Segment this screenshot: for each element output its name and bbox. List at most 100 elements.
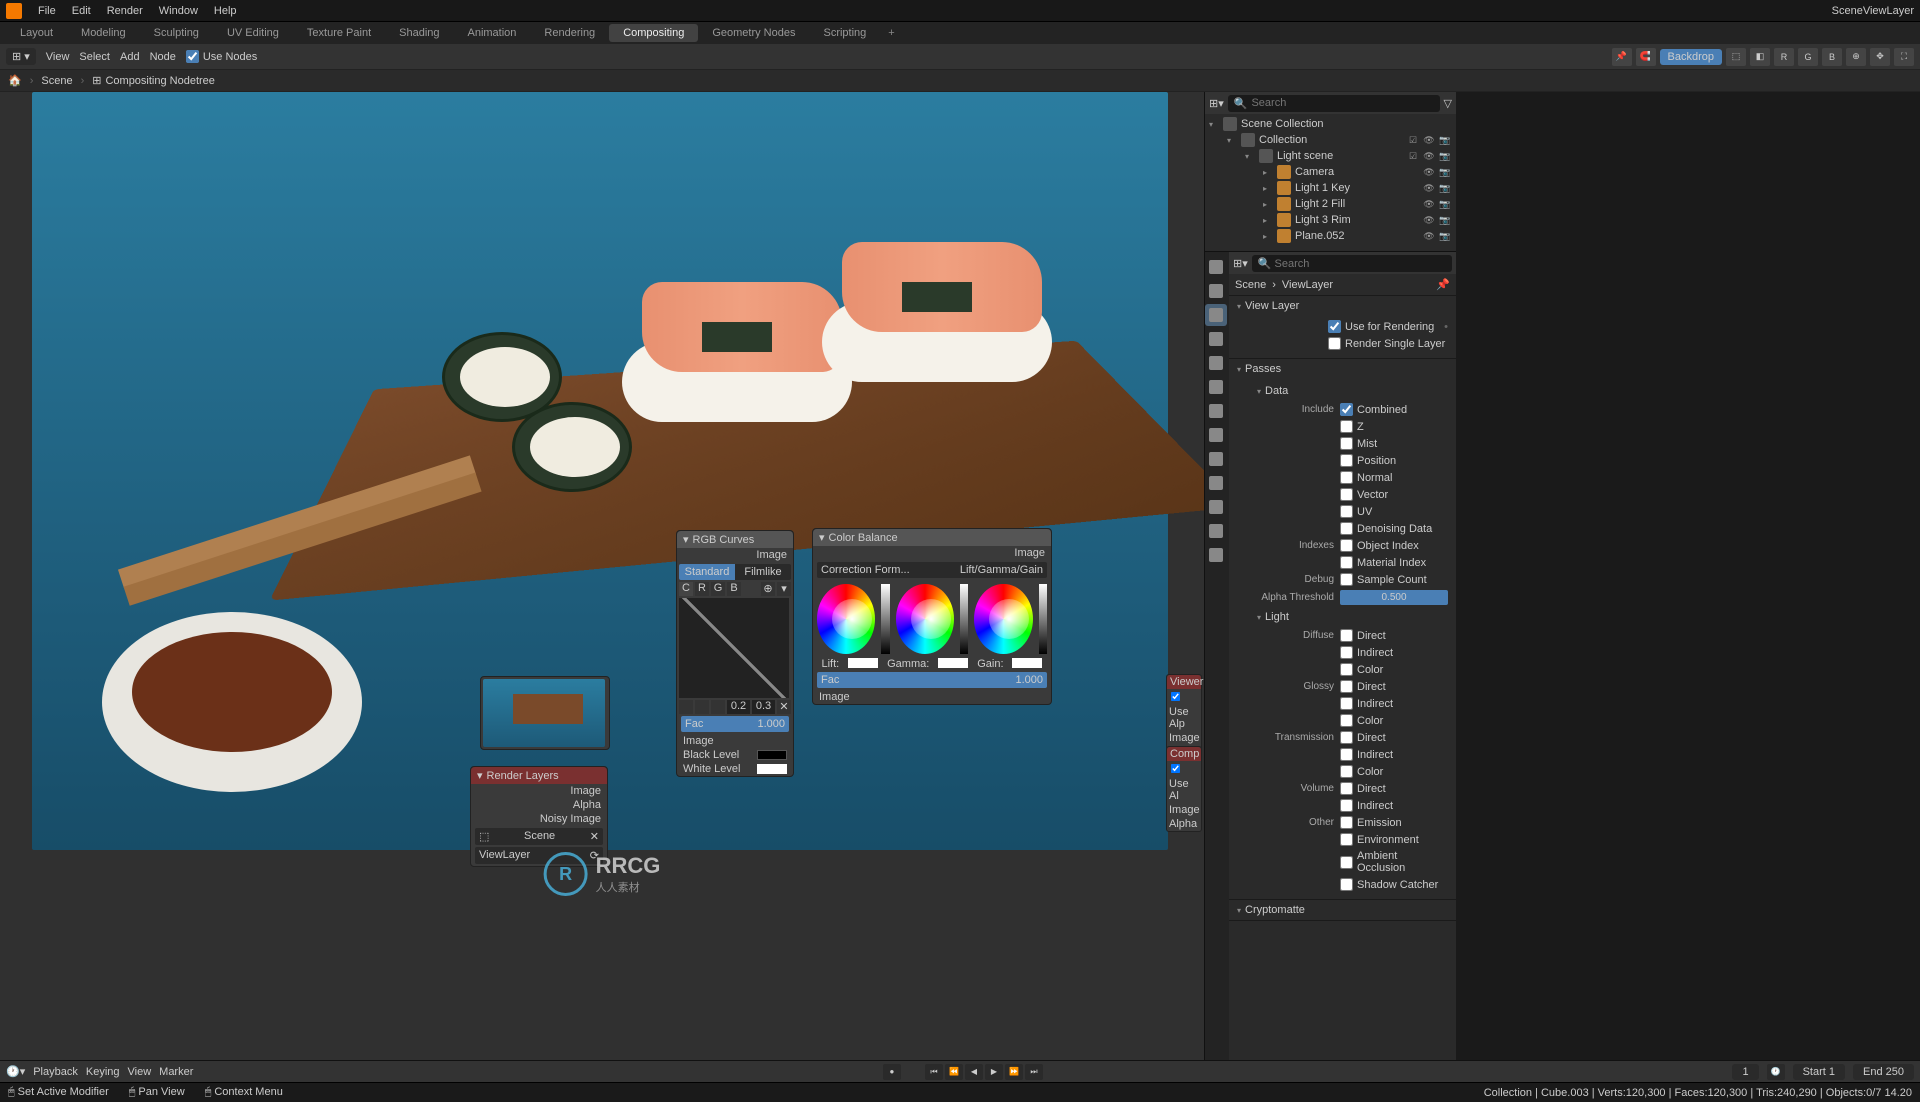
workspace-tab-sculpting[interactable]: Sculpting — [140, 24, 213, 42]
jump-end-icon[interactable]: ⏭ — [1025, 1064, 1043, 1080]
prop-tab-modifier[interactable] — [1205, 400, 1227, 422]
curve-g[interactable]: G — [711, 582, 725, 596]
breadcrumb-scene[interactable]: Scene — [41, 75, 72, 87]
socket-image-in[interactable]: Image — [677, 734, 793, 748]
pass-normal-check[interactable] — [1340, 471, 1353, 484]
trans-indirect-check[interactable] — [1340, 748, 1353, 761]
socket-alpha-out[interactable]: Alpha — [471, 798, 607, 812]
header-scene-selector[interactable]: Scene — [1832, 5, 1863, 17]
visibility-toggle[interactable]: 👁 — [1422, 181, 1436, 195]
pin-icon[interactable]: 📌 — [1612, 48, 1632, 66]
tone-standard[interactable]: Standard — [679, 564, 735, 580]
timeline-editor-type[interactable]: 🕐▾ — [6, 1065, 25, 1078]
visibility-toggle[interactable]: 👁 — [1422, 197, 1436, 211]
fac-slider[interactable]: Fac1.000 — [681, 716, 789, 732]
frame-mode-icon[interactable]: 🕐 — [1767, 1064, 1785, 1080]
outliner-display-mode[interactable]: ⊞▾ — [1209, 97, 1224, 110]
outliner-search-input[interactable] — [1251, 97, 1433, 109]
visibility-toggle[interactable]: ☑ — [1406, 149, 1420, 163]
lift-color-wheel[interactable] — [817, 584, 875, 654]
curve-r[interactable]: R — [695, 582, 709, 596]
visibility-toggle[interactable]: 📷 — [1438, 165, 1452, 179]
trans-color-check[interactable] — [1340, 765, 1353, 778]
socket-image-out[interactable]: Image — [471, 784, 607, 798]
outliner-item[interactable]: ▾Collection☑👁📷 — [1205, 132, 1456, 148]
prop-tab-constraint[interactable] — [1205, 472, 1227, 494]
gain-value-slider[interactable] — [1039, 584, 1047, 654]
socket-image-in[interactable]: Image — [1167, 731, 1201, 745]
channel-g-icon[interactable]: G — [1798, 48, 1818, 66]
prop-search-input[interactable] — [1275, 258, 1417, 270]
editor-type-dropdown[interactable]: ⊞▾ — [6, 48, 36, 65]
workspace-tab-modeling[interactable]: Modeling — [67, 24, 140, 42]
pass-z-check[interactable] — [1340, 420, 1353, 433]
curve-delete-icon[interactable]: ✕ — [777, 700, 791, 714]
visibility-toggle[interactable]: 📷 — [1438, 229, 1452, 243]
fit-icon[interactable]: ⛶ — [1894, 48, 1914, 66]
panel-cryptomatte[interactable]: ▾Cryptomatte — [1229, 900, 1456, 920]
jump-start-icon[interactable]: ⏮ — [925, 1064, 943, 1080]
prop-bc-scene[interactable]: Scene — [1235, 279, 1266, 291]
socket-black-level[interactable]: Black Level — [677, 748, 793, 762]
diffuse-indirect-check[interactable] — [1340, 646, 1353, 659]
prop-tab-object[interactable] — [1205, 376, 1227, 398]
channel-color-icon[interactable]: ◧ — [1750, 48, 1770, 66]
disclosure-icon[interactable]: ▾ — [1227, 136, 1237, 145]
curve-tools-icon[interactable]: ⊕ — [761, 582, 775, 596]
current-frame[interactable]: 1 — [1732, 1064, 1758, 1080]
gamma-color-wheel[interactable] — [896, 584, 954, 654]
use-nodes-input[interactable] — [186, 50, 199, 63]
visibility-toggle[interactable]: 📷 — [1438, 213, 1452, 227]
start-frame[interactable]: Start 1 — [1793, 1064, 1845, 1080]
socket-image-out[interactable]: Image — [677, 548, 793, 562]
workspace-tab-texture-paint[interactable]: Texture Paint — [293, 24, 385, 42]
prop-tab-data[interactable] — [1205, 496, 1227, 518]
environment-check[interactable] — [1340, 833, 1353, 846]
play-reverse-icon[interactable]: ◀ — [965, 1064, 983, 1080]
pass-vector-check[interactable] — [1340, 488, 1353, 501]
workspace-tab-layout[interactable]: Layout — [6, 24, 67, 42]
subpanel-light[interactable]: ▾Light — [1249, 607, 1448, 627]
prop-tab-world[interactable] — [1205, 352, 1227, 374]
handle-free-icon[interactable] — [711, 700, 725, 714]
disclosure-icon[interactable]: ▸ — [1263, 216, 1273, 225]
node-header[interactable]: ▾Color Balance — [813, 529, 1051, 546]
prop-tab-viewlayer[interactable] — [1205, 304, 1227, 326]
menu-help[interactable]: Help — [206, 5, 245, 17]
workspace-tab-rendering[interactable]: Rendering — [530, 24, 609, 42]
outliner-item[interactable]: ▾Scene Collection — [1205, 116, 1456, 132]
visibility-toggle[interactable]: 👁 — [1422, 149, 1436, 163]
pass-denoising-check[interactable] — [1340, 522, 1353, 535]
disclosure-icon[interactable]: ▸ — [1263, 200, 1273, 209]
prop-tab-scene[interactable] — [1205, 328, 1227, 350]
workspace-tab-uv-editing[interactable]: UV Editing — [213, 24, 293, 42]
breadcrumb-home[interactable]: 🏠 — [8, 74, 22, 87]
handle-vector-icon[interactable] — [695, 700, 709, 714]
outliner-item[interactable]: ▸Light 1 Key👁📷 — [1205, 180, 1456, 196]
pass-mist-check[interactable] — [1340, 437, 1353, 450]
render-single-check[interactable] — [1328, 337, 1341, 350]
panel-passes[interactable]: ▾Passes — [1229, 359, 1456, 379]
node-header[interactable]: ▾RGB Curves — [677, 531, 793, 548]
node-rgb-curves[interactable]: ▾RGB Curves Image Standard Filmlike C R … — [676, 530, 794, 777]
channel-b-icon[interactable]: B — [1822, 48, 1842, 66]
autokey-icon[interactable]: ● — [883, 1064, 901, 1080]
visibility-toggle[interactable]: 👁 — [1422, 133, 1436, 147]
visibility-toggle[interactable]: 📷 — [1438, 181, 1452, 195]
pass-sample-count-check[interactable] — [1340, 573, 1353, 586]
socket-image-out[interactable]: Image — [813, 546, 1051, 560]
move-icon[interactable]: ✥ — [1870, 48, 1890, 66]
prop-tab-particle[interactable] — [1205, 424, 1227, 446]
visibility-toggle[interactable]: 👁 — [1422, 213, 1436, 227]
pass-material-index-check[interactable] — [1340, 556, 1353, 569]
channel-r-icon[interactable]: R — [1774, 48, 1794, 66]
breadcrumb-nodetree[interactable]: ⊞ Compositing Nodetree — [92, 74, 215, 87]
diffuse-direct-check[interactable] — [1340, 629, 1353, 642]
outliner-item[interactable]: ▾Light scene☑👁📷 — [1205, 148, 1456, 164]
shadow-check[interactable] — [1340, 878, 1353, 891]
panel-view-layer[interactable]: ▾View Layer — [1229, 296, 1456, 316]
workspace-add[interactable]: + — [880, 24, 902, 42]
disclosure-icon[interactable]: ▾ — [1245, 152, 1255, 161]
volume-indirect-check[interactable] — [1340, 799, 1353, 812]
prop-tab-material[interactable] — [1205, 520, 1227, 542]
